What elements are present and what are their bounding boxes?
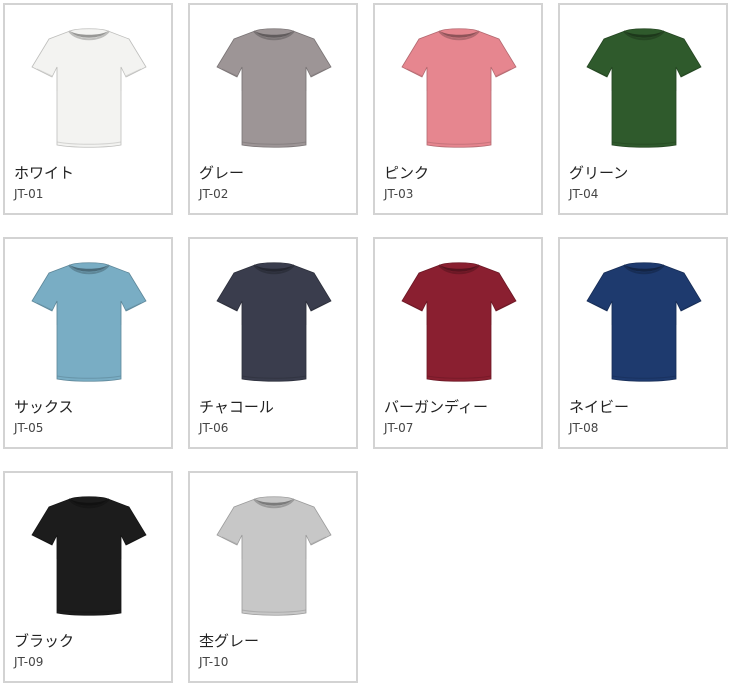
product-card[interactable]: ネイビー JT-08 <box>558 237 728 449</box>
product-code: JT-02 <box>199 187 229 201</box>
product-name: ホワイト <box>14 164 75 182</box>
product-card[interactable]: ピンク JT-03 <box>373 3 543 215</box>
tshirt-icon <box>395 21 523 153</box>
tshirt-icon <box>580 255 708 387</box>
product-code: JT-09 <box>14 655 44 669</box>
product-name: ピンク <box>384 164 430 182</box>
product-name: バーガンディー <box>384 398 488 416</box>
tshirt-icon <box>25 255 153 387</box>
product-card[interactable]: グレー JT-02 <box>188 3 358 215</box>
tshirt-icon <box>210 489 338 621</box>
product-card[interactable]: バーガンディー JT-07 <box>373 237 543 449</box>
product-code: JT-01 <box>14 187 44 201</box>
product-card[interactable]: サックス JT-05 <box>3 237 173 449</box>
product-name: ブラック <box>14 632 75 650</box>
product-code: JT-08 <box>569 421 599 435</box>
product-name: 杢グレー <box>199 632 260 650</box>
product-card[interactable]: チャコール JT-06 <box>188 237 358 449</box>
product-name: サックス <box>14 398 74 416</box>
product-code: JT-03 <box>384 187 414 201</box>
product-card[interactable]: グリーン JT-04 <box>558 3 728 215</box>
tshirt-icon <box>580 21 708 153</box>
product-name: チャコール <box>199 398 274 416</box>
product-code: JT-07 <box>384 421 414 435</box>
tshirt-icon <box>395 255 523 387</box>
product-code: JT-06 <box>199 421 229 435</box>
product-code: JT-10 <box>199 655 229 669</box>
tshirt-icon <box>25 489 153 621</box>
product-card[interactable]: ブラック JT-09 <box>3 471 173 683</box>
product-name: グリーン <box>569 164 629 182</box>
product-card[interactable]: ホワイト JT-01 <box>3 3 173 215</box>
tshirt-icon <box>25 21 153 153</box>
product-color-grid: ホワイト JT-01 グレー JT-02 ピンク JT-03 グリーン JT-0… <box>3 3 731 683</box>
tshirt-icon <box>210 21 338 153</box>
product-card[interactable]: 杢グレー JT-10 <box>188 471 358 683</box>
product-code: JT-05 <box>14 421 44 435</box>
product-name: ネイビー <box>569 398 630 416</box>
product-name: グレー <box>199 164 245 182</box>
tshirt-icon <box>210 255 338 387</box>
product-code: JT-04 <box>569 187 599 201</box>
